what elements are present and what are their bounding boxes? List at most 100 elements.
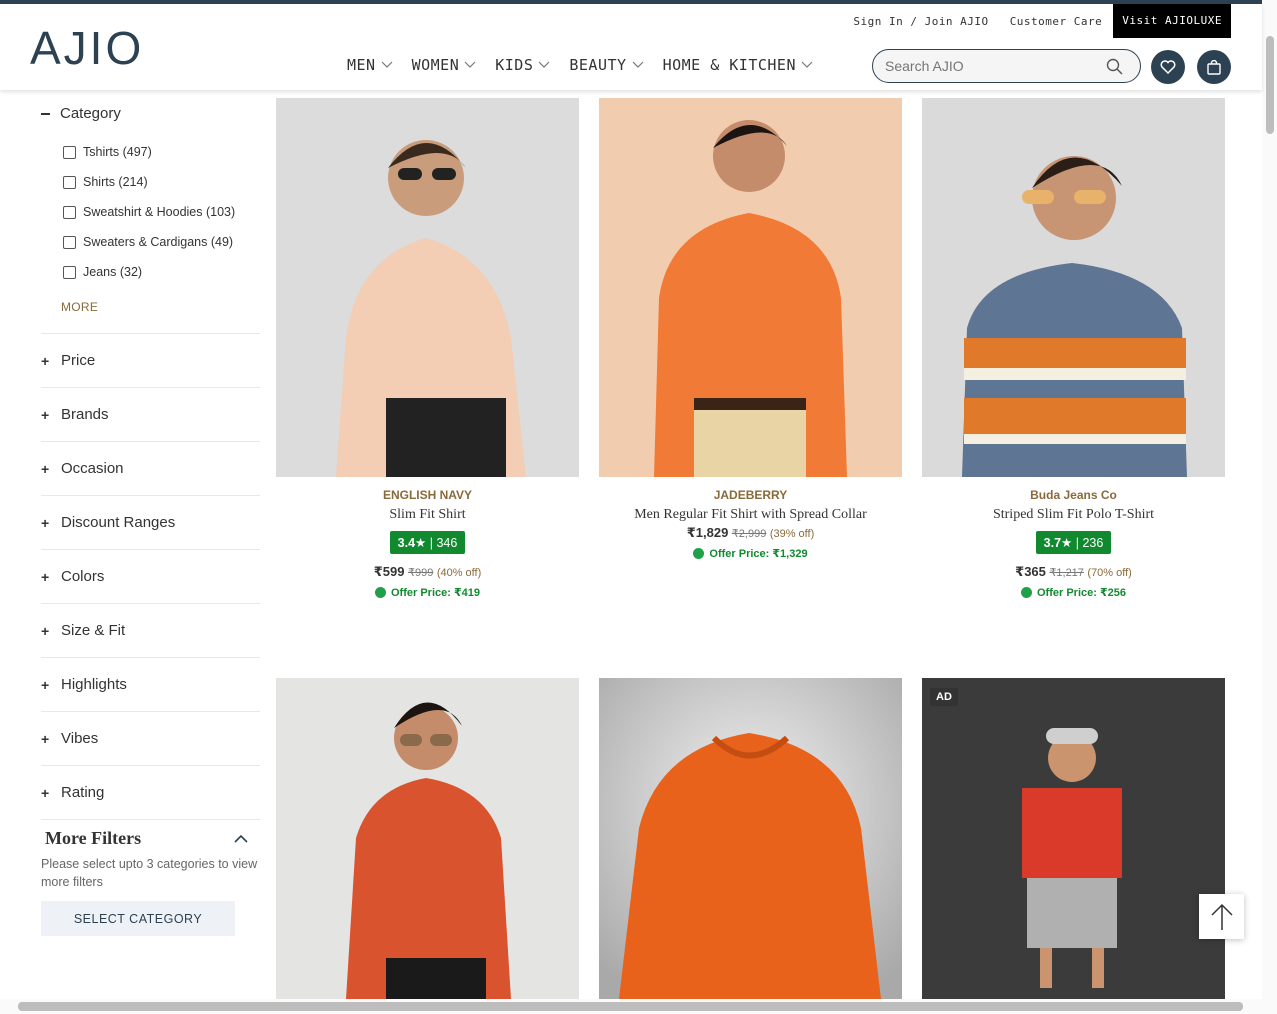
ajio-logo[interactable]: AJIO xyxy=(30,22,162,74)
site-header: AJIO Sign In / Join AJIO Customer Care V… xyxy=(0,4,1262,90)
more-filters-header[interactable]: More Filters xyxy=(41,828,260,849)
discount: (40% off) xyxy=(436,567,482,579)
plus-icon: + xyxy=(41,460,50,477)
filter-highlights[interactable]: + Highlights xyxy=(41,657,260,711)
nav-men[interactable]: MEN xyxy=(347,56,393,74)
filter-price[interactable]: + Price xyxy=(41,333,260,387)
more-categories-link[interactable]: MORE xyxy=(41,287,260,323)
product-brand: ENGLISH NAVY xyxy=(382,488,473,502)
rating-value: 3.7★ xyxy=(1043,536,1073,550)
checkbox[interactable] xyxy=(63,205,76,219)
product-image[interactable] xyxy=(276,678,579,999)
category-label: Tshirts (497) xyxy=(83,145,152,159)
select-category-button[interactable]: SELECT CATEGORY xyxy=(41,901,235,936)
offer-text: Offer Price: ₹1,329 xyxy=(709,548,808,560)
offer-text: Offer Price: ₹256 xyxy=(1037,587,1126,599)
nav-label: WOMEN xyxy=(411,56,460,74)
plus-icon: + xyxy=(41,568,50,585)
search-input[interactable] xyxy=(873,58,1093,74)
category-jeans[interactable]: Jeans (32) xyxy=(41,257,260,287)
product-image[interactable] xyxy=(599,98,902,477)
filter-brands[interactable]: + Brands xyxy=(41,387,260,441)
offer-icon xyxy=(693,548,705,559)
product-image[interactable] xyxy=(599,678,902,999)
scrollbar-thumb[interactable] xyxy=(1266,36,1274,134)
filter-label: Occasion xyxy=(61,460,124,477)
product-name: Men Regular Fit Shirt with Spread Collar xyxy=(634,507,867,522)
bag-button[interactable] xyxy=(1197,50,1231,84)
offer-price: Offer Price: ₹1,329 xyxy=(599,547,902,560)
plus-icon: + xyxy=(41,406,50,423)
nav-kids[interactable]: KIDS xyxy=(495,56,550,74)
customer-care-link[interactable]: Customer Care xyxy=(1010,15,1103,28)
offer-price: Offer Price: ₹419 xyxy=(276,586,579,599)
wishlist-button[interactable] xyxy=(1151,50,1185,84)
filter-label: Brands xyxy=(61,406,109,423)
more-filters-title: More Filters xyxy=(45,828,142,848)
price-row: ₹365 ₹1,217 (70% off) xyxy=(922,564,1225,580)
category-title: Category xyxy=(60,105,121,122)
product-name: Slim Fit Shirt xyxy=(389,507,466,522)
checkbox[interactable] xyxy=(63,145,76,159)
filter-label: Rating xyxy=(61,784,105,801)
category-tshirts[interactable]: Tshirts (497) xyxy=(41,137,260,167)
filter-discount[interactable]: + Discount Ranges xyxy=(41,495,260,549)
filter-label: Colors xyxy=(61,568,105,585)
search-icon[interactable] xyxy=(1106,58,1123,80)
product-image[interactable] xyxy=(276,98,579,477)
category-label: Sweaters & Cardigans (49) xyxy=(83,235,234,249)
filter-colors[interactable]: + Colors xyxy=(41,549,260,603)
nav-label: MEN xyxy=(347,56,376,74)
chevron-down-icon xyxy=(381,61,393,68)
product-image[interactable] xyxy=(922,678,1225,999)
logo-text: AJIO xyxy=(30,24,144,68)
product-info: JADEBERRY Men Regular Fit Shirt with Spr… xyxy=(599,488,902,560)
bag-icon xyxy=(1207,59,1221,75)
nav-beauty[interactable]: BEAUTY xyxy=(569,56,643,74)
plus-icon: + xyxy=(41,622,50,639)
sign-in-link[interactable]: Sign In / Join AJIO xyxy=(853,15,988,28)
nav-home-kitchen[interactable]: HOME & KITCHEN xyxy=(663,56,813,74)
category-header[interactable]: Category xyxy=(41,90,260,137)
checkbox[interactable] xyxy=(63,235,76,249)
mrp: ₹2,999 xyxy=(731,528,767,540)
filter-label: Size & Fit xyxy=(61,622,126,639)
checkbox[interactable] xyxy=(63,175,76,189)
product-brand: JADEBERRY xyxy=(713,488,788,502)
offer-icon xyxy=(1021,587,1032,598)
category-sweatshirts[interactable]: Sweatshirt & Hoodies (103) xyxy=(41,197,260,227)
chevron-down-icon xyxy=(538,61,550,68)
filter-label: Discount Ranges xyxy=(61,514,176,531)
product-info: ENGLISH NAVY Slim Fit Shirt 3.4★ | 346 ₹… xyxy=(276,488,579,599)
filter-vibes[interactable]: + Vibes xyxy=(41,711,260,765)
product-image[interactable] xyxy=(922,98,1225,477)
filter-label: Vibes xyxy=(61,730,99,747)
chevron-up-icon[interactable] xyxy=(234,834,248,843)
price: ₹365 xyxy=(1015,564,1046,579)
plus-icon: + xyxy=(41,784,50,801)
category-label: Jeans (32) xyxy=(83,265,143,279)
checkbox[interactable] xyxy=(63,265,76,279)
nav-label: HOME & KITCHEN xyxy=(662,56,796,74)
horizontal-scrollbar[interactable] xyxy=(0,999,1262,1014)
vertical-scrollbar[interactable] xyxy=(1262,0,1277,1014)
category-label: Sweatshirt & Hoodies (103) xyxy=(83,205,236,219)
category-sweaters[interactable]: Sweaters & Cardigans (49) xyxy=(41,227,260,257)
scroll-to-top-button[interactable] xyxy=(1199,894,1244,939)
category-shirts[interactable]: Shirts (214) xyxy=(41,167,260,197)
plus-icon: + xyxy=(41,730,50,747)
rating-value: 3.4★ xyxy=(397,536,427,550)
price: ₹1,829 xyxy=(686,525,729,540)
filter-rating[interactable]: + Rating xyxy=(41,765,260,819)
filter-label: Price xyxy=(61,352,96,369)
nav-label: KIDS xyxy=(495,56,534,74)
nav-women[interactable]: WOMEN xyxy=(412,56,477,74)
offer-text: Offer Price: ₹419 xyxy=(391,587,480,599)
visit-ajioluxe-link[interactable]: Visit AJIOLUXE xyxy=(1113,4,1231,38)
price-row: ₹1,829 ₹2,999 (39% off) xyxy=(599,525,902,541)
price: ₹599 xyxy=(373,564,405,579)
filter-occasion[interactable]: + Occasion xyxy=(41,441,260,495)
scrollbar-thumb[interactable] xyxy=(18,1002,1243,1011)
minus-icon xyxy=(41,112,50,115)
filter-size-fit[interactable]: + Size & Fit xyxy=(41,603,260,657)
